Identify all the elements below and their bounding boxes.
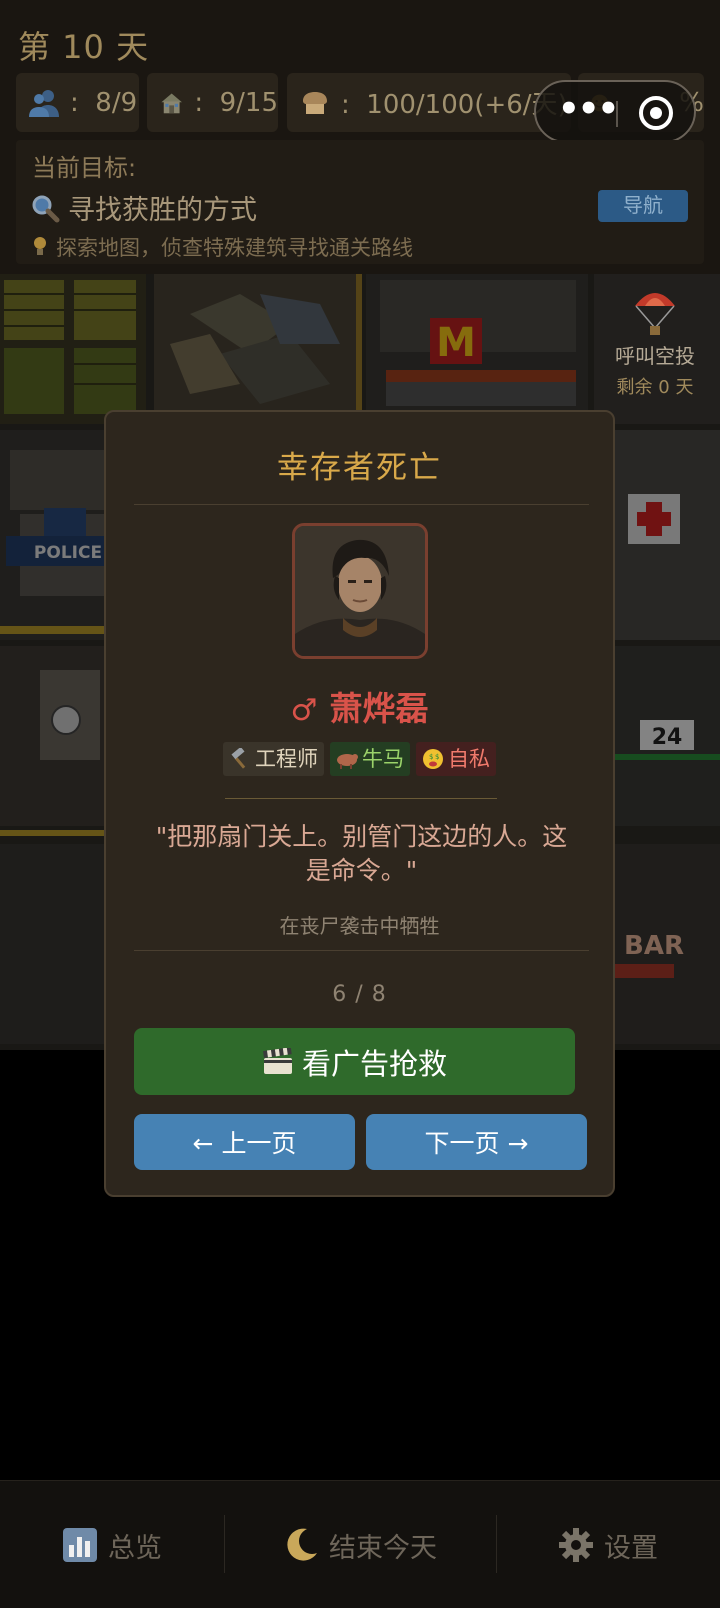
footer-divider	[134, 950, 589, 951]
money-face-icon: $ $	[423, 749, 443, 769]
survivor-last-words: "把那扇门关上。别管门这边的人。这是命令。"	[155, 822, 568, 885]
tag-selfish: $ $ 自私	[416, 742, 496, 776]
goal-hint: 探索地图，侦查特殊建筑寻找通关路线	[32, 232, 413, 262]
survivor-death-dialog: 幸存者死亡 ♂ 萧烨磊 工程师 牛马 $ $ 自私 "把那扇门关上。别管门这边的…	[104, 410, 615, 1197]
bar-chart-icon	[63, 1528, 97, 1562]
death-cause: 在丧尸袭击中牺牲	[279, 914, 440, 938]
survivor-count-stat[interactable]: : 8/9	[16, 73, 139, 132]
top-hud: 第 10 天 : 8/9 : 9/15 : 100/100(+6/天) ••• …	[0, 0, 720, 274]
housing-value: : 9/15	[194, 87, 278, 118]
airdrop-label: 呼叫空投	[615, 344, 695, 368]
navigate-button[interactable]: 导航	[598, 190, 688, 222]
crescent-moon-icon	[287, 1528, 317, 1561]
airdrop-remaining: 剩余 0 天	[616, 377, 694, 398]
watch-ad-rescue-button[interactable]: 看广告抢救	[134, 1028, 575, 1095]
capsule-divider	[616, 101, 618, 127]
svg-text:$: $	[435, 753, 439, 761]
quote-divider	[225, 798, 497, 799]
survivor-tags: 工程师 牛马 $ $ 自私	[106, 742, 613, 776]
call-airdrop-button[interactable]: 呼叫空投 剩余 0 天	[600, 286, 710, 399]
goal-hint-text: 探索地图，侦查特殊建筑寻找通关路线	[56, 236, 413, 260]
page-indicator: 6 / 8	[332, 982, 387, 1007]
watch-ad-label: 看广告抢救	[301, 1046, 447, 1081]
end-day-button[interactable]: 结束今天	[224, 1481, 496, 1608]
next-page-button[interactable]: 下一页 →	[366, 1114, 587, 1170]
portrait-image	[295, 526, 425, 656]
goal-text: 寻找获胜的方式	[30, 188, 257, 227]
tag-workhorse: 牛马	[330, 742, 410, 776]
magnifier-icon	[32, 195, 60, 222]
current-goal-panel: 当前目标: 寻找获胜的方式 探索地图，侦查特殊建筑寻找通关路线 导航	[16, 140, 704, 264]
goal-text-label: 寻找获胜的方式	[68, 195, 257, 226]
tag-selfish-label: 自私	[448, 747, 490, 771]
settings-button[interactable]: 设置	[496, 1481, 720, 1608]
house-icon	[161, 93, 182, 113]
overview-button[interactable]: 总览	[0, 1481, 224, 1608]
food-stat[interactable]: : 100/100(+6/天)	[287, 73, 571, 132]
housing-stat[interactable]: : 9/15	[147, 73, 278, 132]
parachute-icon	[635, 293, 675, 335]
lightbulb-icon	[34, 237, 46, 255]
bread-icon	[303, 91, 327, 114]
previous-page-button[interactable]: ← 上一页	[134, 1114, 355, 1170]
tag-engineer: 工程师	[223, 742, 324, 776]
more-menu-icon[interactable]: •••	[558, 92, 619, 128]
gear-icon	[559, 1528, 593, 1562]
close-miniprogram-icon[interactable]	[639, 96, 673, 130]
day-counter: 第 10 天	[18, 28, 150, 66]
bottom-nav-bar: 总览 结束今天 设置	[0, 1480, 720, 1608]
end-day-label: 结束今天	[329, 1532, 437, 1564]
dialog-title: 幸存者死亡	[277, 450, 442, 486]
survivor-count-value: : 8/9	[70, 87, 138, 118]
settings-label: 设置	[604, 1532, 658, 1564]
survivor-name-row: ♂ 萧烨磊	[106, 682, 613, 730]
tag-engineer-label: 工程师	[255, 747, 318, 771]
people-icon	[29, 89, 59, 117]
survivor-portrait	[292, 523, 428, 659]
tag-workhorse-label: 牛马	[362, 747, 404, 771]
miniprogram-capsule: •••	[534, 80, 696, 143]
svg-text:$: $	[429, 753, 433, 761]
title-divider	[134, 504, 589, 505]
goal-label: 当前目标:	[32, 154, 137, 182]
clapperboard-icon	[263, 1047, 292, 1074]
male-symbol-icon: ♂	[290, 693, 318, 728]
survivor-name: 萧烨磊	[329, 689, 429, 728]
ox-icon	[337, 754, 358, 769]
hammer-icon	[231, 748, 246, 769]
overview-label: 总览	[108, 1532, 162, 1564]
